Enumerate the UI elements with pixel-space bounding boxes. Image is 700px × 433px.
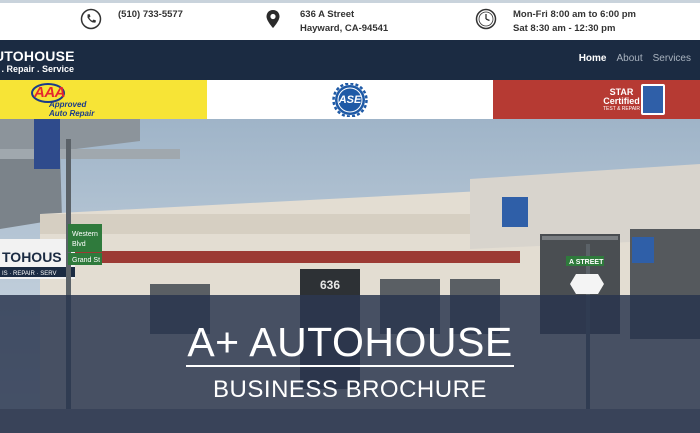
- aaa-caption: Approved Auto Repair: [49, 100, 95, 118]
- address-line1: 636 A Street: [300, 9, 355, 20]
- street-sign-2: Blvd: [72, 241, 86, 248]
- phone-icon: [80, 8, 102, 30]
- hero-subtitle: BUSINESS BROCHURE: [213, 376, 487, 403]
- hours-line2: Sat 8:30 am - 12:30 pm: [513, 23, 616, 34]
- street-sign-1: Western: [72, 231, 98, 238]
- building-number: 636: [320, 278, 340, 292]
- hero-banner: 636 TOHOUS IS · REPAIR · SERV Western Bl…: [0, 119, 700, 433]
- a-street-sign: A STREET: [569, 259, 604, 266]
- star-caption: STAR Certified TEST & REPAIR: [603, 88, 640, 113]
- ase-mark: ASE: [338, 94, 362, 106]
- star-line3: TEST & REPAIR: [603, 106, 641, 112]
- certification-logos: AAA Approved Auto Repair ASE STAR Certif…: [0, 80, 700, 119]
- star-certified-logo: STAR Certified TEST & REPAIR: [493, 80, 700, 119]
- contact-address: 636 A Street Hayward, CA-94541: [262, 8, 388, 36]
- hours-text: Mon-Fri 8:00 am to 6:00 pm Sat 8:30 am -…: [513, 8, 636, 36]
- nav-menu: Home About Services: [579, 53, 691, 64]
- contact-phone[interactable]: (510) 733-5577: [80, 8, 183, 30]
- contact-bar: (510) 733-5577 636 A Street Hayward, CA-…: [0, 0, 700, 40]
- street-sign-3: Grand St: [72, 257, 100, 264]
- navbar: UTOHOUSE s . Repair . Service Home About…: [0, 40, 700, 80]
- address-text: 636 A Street Hayward, CA-94541: [300, 8, 388, 36]
- clock-icon: [475, 8, 497, 30]
- hero-title-text: A+ AUTOHOUSE: [186, 319, 514, 367]
- brand-title: UTOHOUSE: [0, 48, 75, 64]
- brand-logo[interactable]: UTOHOUSE s . Repair . Service: [0, 49, 75, 75]
- contact-hours: Mon-Fri 8:00 am to 6:00 pm Sat 8:30 am -…: [475, 8, 636, 36]
- side-sign-subtext: IS · REPAIR · SERV: [2, 271, 56, 277]
- aaa-mark: AAA: [34, 84, 66, 101]
- nav-services[interactable]: Services: [653, 53, 691, 64]
- side-sign-text: TOHOUS: [2, 249, 62, 265]
- star-shield-icon: [641, 84, 665, 115]
- nav-about[interactable]: About: [617, 53, 643, 64]
- ase-logo: ASE: [207, 80, 493, 119]
- aaa-approved-logo: AAA Approved Auto Repair: [0, 80, 207, 119]
- hours-line1: Mon-Fri 8:00 am to 6:00 pm: [513, 9, 636, 20]
- brand-tagline: s . Repair . Service: [0, 64, 75, 74]
- location-pin-icon: [262, 8, 284, 30]
- star-line2: Certified: [603, 96, 640, 106]
- address-line2: Hayward, CA-94541: [300, 23, 389, 34]
- nav-home[interactable]: Home: [579, 53, 607, 64]
- aaa-line2: Auto Repair: [49, 108, 95, 118]
- phone-number: (510) 733-5577: [118, 9, 183, 20]
- hero-title: A+ AUTOHOUSE: [0, 319, 700, 367]
